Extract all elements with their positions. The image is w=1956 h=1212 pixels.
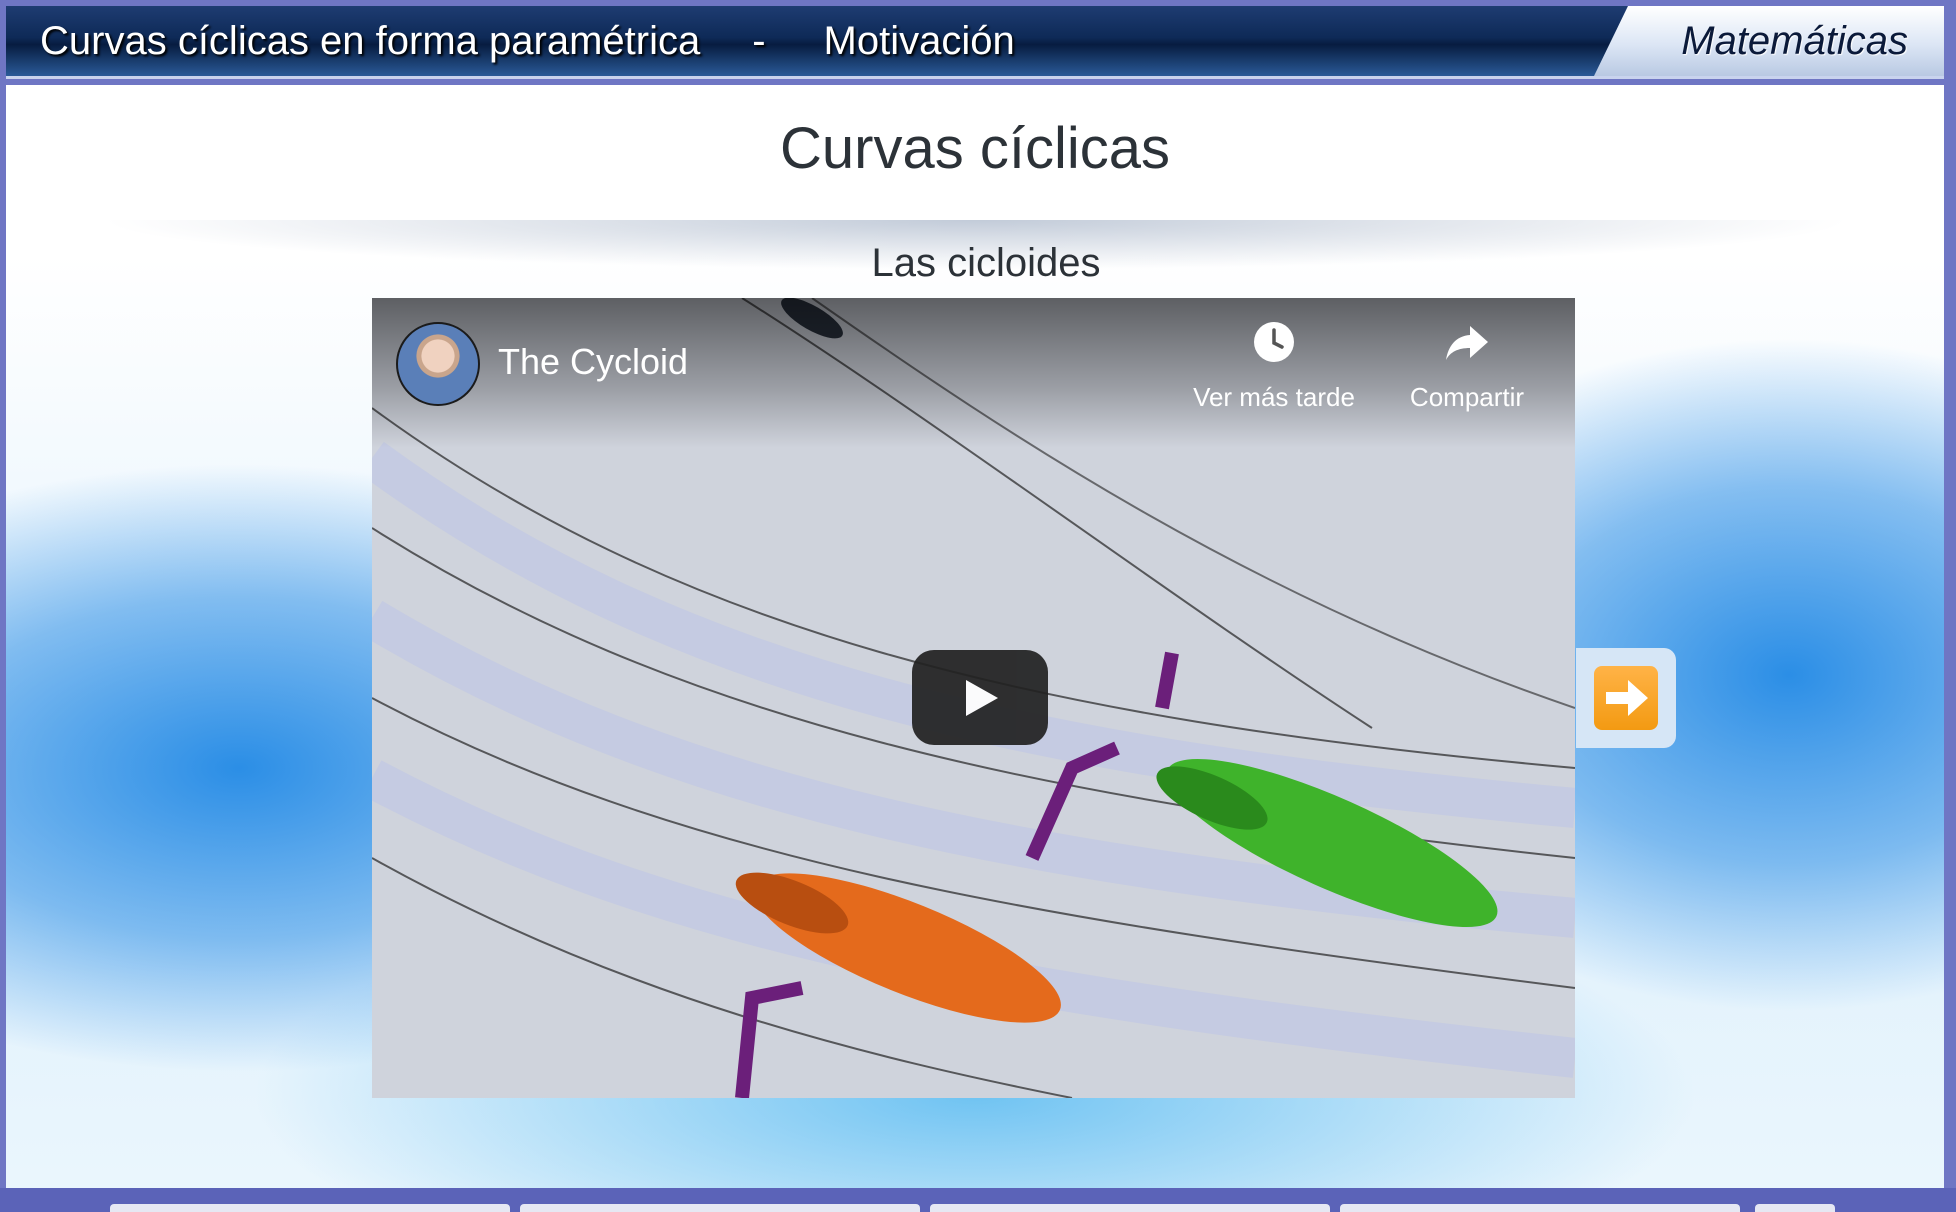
clock-icon [1254,322,1294,362]
share-icon [1446,326,1488,360]
nav-tab[interactable] [1340,1204,1740,1212]
video-player[interactable]: The Cycloid Ver más tarde Compartir [372,298,1575,1098]
video-title[interactable]: The Cycloid [498,338,688,386]
play-button[interactable] [912,650,1048,745]
header-bar: Curvas cíclicas en forma paramétrica - Mot… [6,6,1944,79]
page-title: Curvas cíclicas [780,116,1170,181]
section-subtitle: Las cicloides [871,241,1101,285]
share-button[interactable]: Compartir [1372,320,1562,420]
bottom-navigation [0,1188,1956,1212]
channel-avatar[interactable] [396,322,480,406]
share-label: Compartir [1409,382,1525,412]
content-area: Curvas cíclicas Las cicloides The Cycloi… [6,85,1944,1188]
nav-tab[interactable] [930,1204,1330,1212]
header-separator: - [752,19,766,63]
header-title: Curvas cíclicas en forma paramétrica - Mot… [40,16,1015,66]
next-page-button[interactable] [1576,648,1676,748]
nav-tab[interactable] [1755,1204,1835,1212]
watch-later-label: Ver más tarde [1193,382,1355,412]
watch-later-button[interactable]: Ver más tarde [1179,320,1369,420]
course-title: Curvas cíclicas en forma paramétrica [40,19,701,63]
nav-tab[interactable] [110,1204,510,1212]
play-icon [966,680,998,716]
subject-label: Matemáticas [1681,19,1908,63]
nav-tab[interactable] [520,1204,920,1212]
section-title: Motivación [823,19,1015,63]
arrow-right-icon [1594,666,1658,730]
